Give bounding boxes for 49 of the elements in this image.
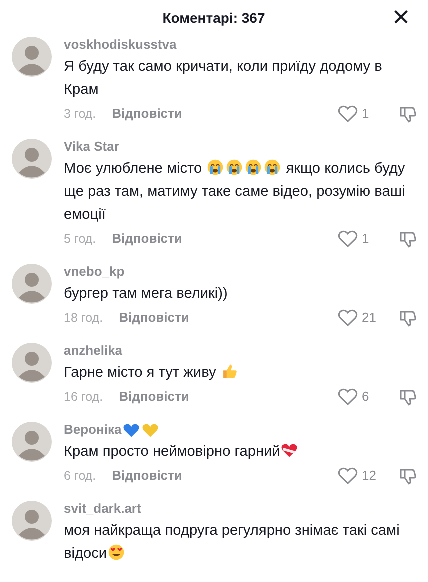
comment-text: Гарне місто я тут живу [64,362,418,385]
avatar[interactable] [12,343,52,383]
username[interactable]: anzhelika [64,342,123,360]
heart-eyes-face-icon [108,544,126,561]
reply-button[interactable]: Відповісти [119,387,190,407]
username[interactable]: Vika Star [64,138,120,156]
heart-icon [122,422,140,438]
avatar[interactable] [12,139,52,179]
reply-button[interactable]: Відповісти [112,104,182,124]
heart-icon [142,422,159,438]
like-count: 1 [362,105,370,124]
bandaged-heart-icon [281,442,298,459]
like-count: 12 [362,467,376,486]
crying-face-icon [264,159,282,176]
timestamp: 6 год. [64,468,96,485]
username[interactable]: vnebo_kp [64,263,125,281]
comment-text: Я буду так само кричати, коли приїду додому в Крам [64,58,384,100]
reply-button[interactable]: Відповісти [112,229,182,249]
reply-button[interactable]: Відповісти [112,466,182,486]
timestamp: 3 год. [64,106,96,123]
like-count: 21 [362,309,376,328]
reply-button[interactable]: Відповісти [119,308,190,328]
like-count: 1 [362,230,370,248]
timestamp: 16 год. [64,388,104,406]
avatar[interactable] [12,264,52,304]
like-icon[interactable] [338,388,358,406]
crying-face-icon [245,159,262,176]
avatar[interactable] [12,37,52,77]
crying-face-icon [226,159,244,176]
close-button[interactable]: × [390,3,412,33]
username[interactable]: svit_dark.art [64,500,142,518]
panel-title: Коментарі: 367 [162,8,266,28]
like-icon[interactable] [338,467,358,485]
timestamp: 18 год. [64,310,104,327]
username[interactable]: Вероніка [64,421,122,439]
comment-text: Крам просто неймовірно гарний [64,441,418,464]
thumbs-up-icon [221,363,238,380]
like-icon[interactable] [338,105,358,123]
comment-text: бургер там мега великі)) [64,285,229,304]
comment-text: Моє улюблене місто якщо колись буду ще раз там, матиму таке саме відео, розумію ваші емоції [64,158,406,225]
username[interactable]: voskhodiskusstva [64,36,177,54]
avatar[interactable] [12,501,52,541]
avatar[interactable] [12,422,52,462]
timestamp: 5 год. [64,230,96,248]
comment-text: моя найкраща подруга регулярно знімає такі самі відоси [64,522,401,564]
like-icon[interactable] [338,309,358,327]
like-icon[interactable] [338,230,358,248]
like-count: 6 [362,388,370,406]
crying-face-icon [207,159,224,176]
